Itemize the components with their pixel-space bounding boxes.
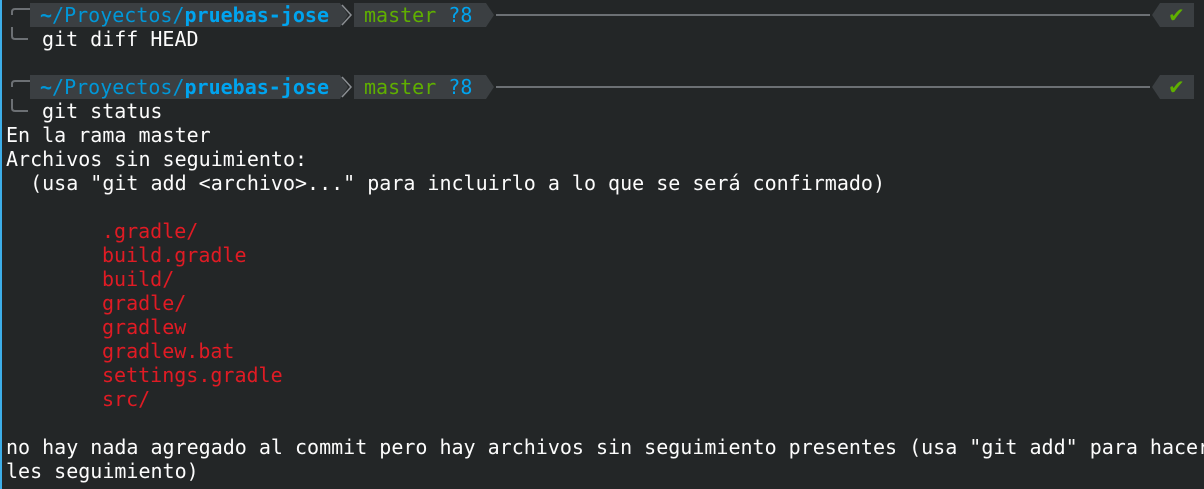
output-summary-line-2: les seguimiento) bbox=[6, 459, 199, 483]
command-1: git diff HEAD bbox=[42, 27, 199, 51]
output-untracked-header: Archivos sin seguimiento: bbox=[6, 147, 308, 171]
git-segment-1: master ?8 bbox=[364, 3, 472, 27]
output-summary-line-1: no hay nada agregado al commit pero hay … bbox=[6, 435, 1204, 459]
git-branch: master bbox=[364, 75, 437, 99]
path-segment-2: ~/Proyectos/pruebas-jose bbox=[40, 75, 329, 99]
check-icon: ✔ bbox=[1168, 3, 1185, 27]
git-segment-2: master ?8 bbox=[364, 75, 472, 99]
untracked-file: build.gradle bbox=[102, 243, 247, 267]
prompt-line-2: ~/Proyectos/pruebas-jose master ?8 ✔ bbox=[2, 75, 1204, 99]
terminal-window[interactable]: ~/Proyectos/pruebas-jose master ?8 ✔ git… bbox=[0, 0, 1204, 489]
git-branch: master bbox=[364, 3, 437, 27]
untracked-file: gradle/ bbox=[102, 291, 187, 315]
path-segment-1: ~/Proyectos/pruebas-jose bbox=[40, 3, 329, 27]
command-2: git status bbox=[42, 99, 163, 123]
untracked-file: src/ bbox=[102, 387, 151, 411]
git-status-count: ?8 bbox=[448, 3, 473, 27]
output-hint: (usa "git add <archivo>..." para incluir… bbox=[6, 171, 885, 195]
output-branch-line: En la rama master bbox=[6, 123, 211, 147]
untracked-file: gradlew.bat bbox=[102, 339, 235, 363]
untracked-file: build/ bbox=[102, 267, 175, 291]
untracked-file: gradlew bbox=[102, 315, 187, 339]
prompt-connector-2 bbox=[11, 99, 28, 112]
path-current-dir: pruebas-jose bbox=[184, 75, 330, 99]
path-home: ~ bbox=[40, 75, 53, 99]
path-parent: /Proyectos/ bbox=[52, 75, 185, 99]
untracked-file: settings.gradle bbox=[102, 363, 283, 387]
path-parent: /Proyectos/ bbox=[52, 3, 185, 27]
git-status-count: ?8 bbox=[448, 75, 473, 99]
prompt-line-1: ~/Proyectos/pruebas-jose master ?8 ✔ bbox=[2, 3, 1204, 27]
path-home: ~ bbox=[40, 3, 53, 27]
path-current-dir: pruebas-jose bbox=[184, 3, 330, 27]
check-icon: ✔ bbox=[1168, 75, 1185, 99]
untracked-file: .gradle/ bbox=[102, 219, 199, 243]
prompt-connector-1 bbox=[11, 27, 28, 40]
